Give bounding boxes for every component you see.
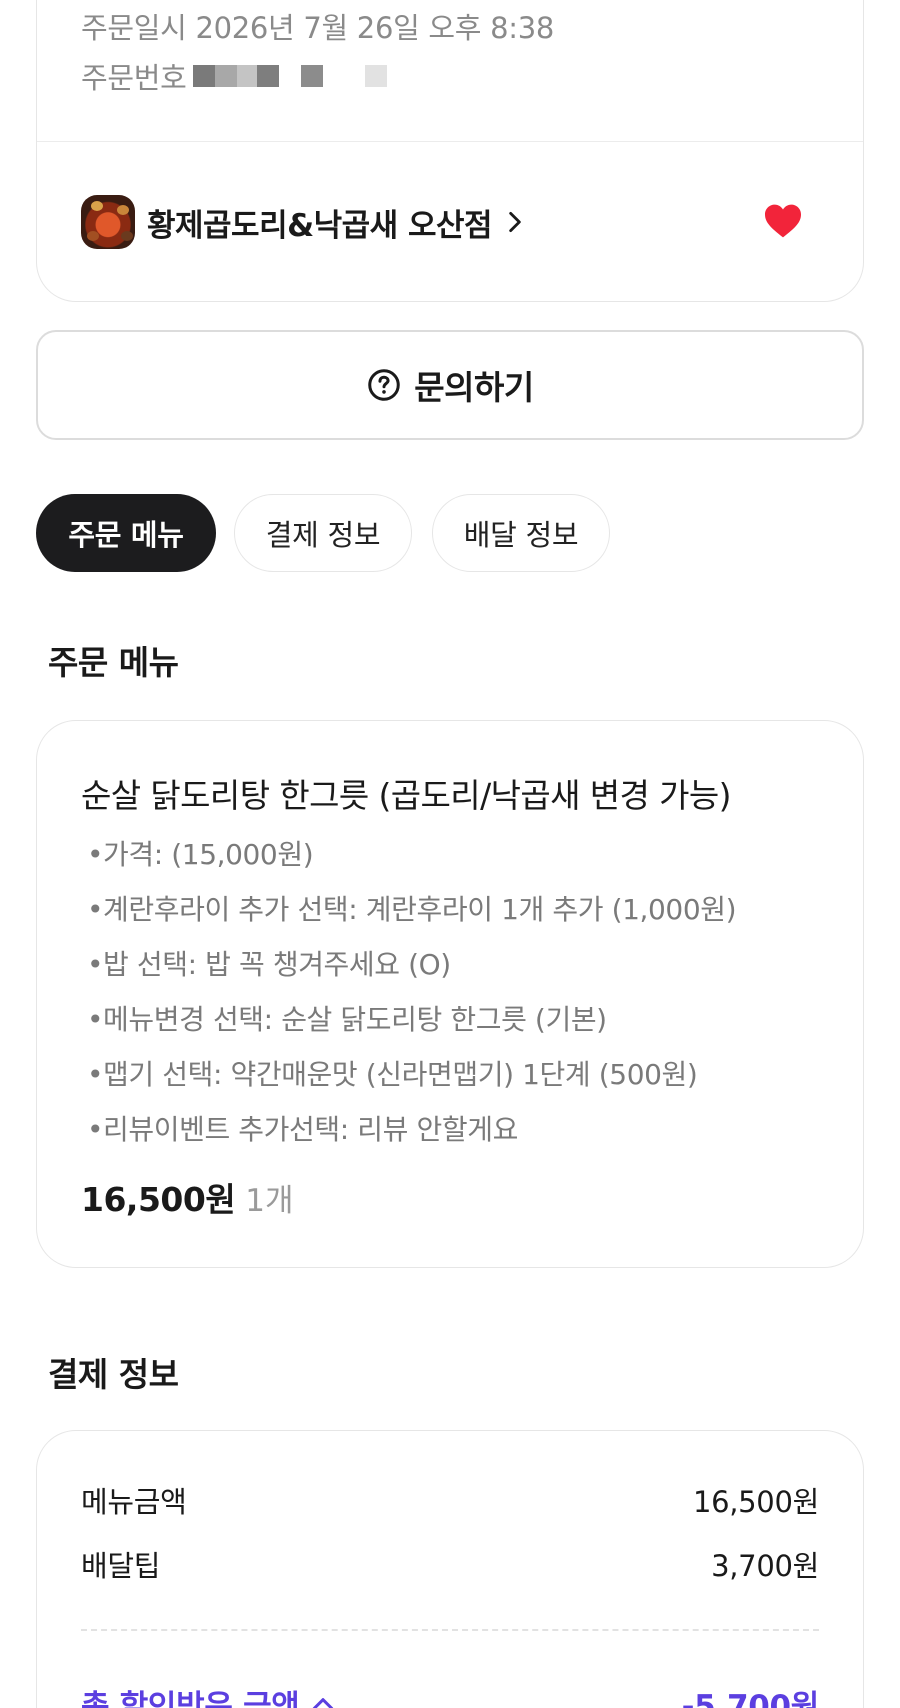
total-discount-toggle[interactable]: 총 할인받은 금액 (81, 1681, 336, 1708)
menu-option: • 맵기 선택: 약간매운맛 (신라면맵기) 1단계 (500원) (87, 1058, 698, 1091)
menu-quantity: 1개 (245, 1183, 294, 1219)
delivery-tip-value: 3,700원 (711, 1549, 819, 1583)
tab-delivery-info[interactable]: 배달 정보 (432, 494, 610, 572)
inquiry-label: 문의하기 (414, 368, 534, 407)
order-number-row: 주문번호 (81, 55, 387, 97)
menu-price-row: 16,500원 1개 (81, 1173, 293, 1221)
tab-order-menu[interactable]: 주문 메뉴 (36, 494, 216, 572)
payment-card: 메뉴금액 16,500원 배달팁 3,700원 총 할인받은 금액 -5,700… (36, 1430, 864, 1708)
menu-price: 16,500원 (81, 1180, 236, 1219)
total-discount-value: -5,700원 (681, 1689, 820, 1708)
order-menu-card: 순살 닭도리탕 한그릇 (곱도리/낙곱새 변경 가능) • 가격: (15,000… (36, 720, 864, 1268)
payment-info-heading: 결제 정보 (48, 1355, 179, 1394)
order-number-label: 주문번호 (81, 61, 187, 95)
chevron-right-icon (509, 211, 521, 233)
menu-amount-row: 메뉴금액 16,500원 (81, 1479, 819, 1521)
delivery-tip-row: 배달팁 3,700원 (81, 1543, 819, 1585)
menu-option: • 메뉴변경 선택: 순살 닭도리탕 한그릇 (기본) (87, 1003, 607, 1036)
store-link[interactable]: 황제곱도리&낙곱새 오산점 (81, 195, 528, 249)
delivery-tip-label: 배달팁 (81, 1549, 161, 1583)
store-divider (37, 141, 863, 142)
store-card: 주문일시 2026년 7월 26일 오후 8:38 주문번호 황제곱도리&낙곱새… (36, 0, 864, 302)
chevron-up-icon (312, 1697, 333, 1708)
menu-item-name: 순살 닭도리탕 한그릇 (곱도리/낙곱새 변경 가능) (81, 776, 732, 815)
menu-option: • 리뷰이벤트 추가선택: 리뷰 안할게요 (87, 1113, 518, 1146)
inquiry-button[interactable]: 문의하기 (36, 330, 864, 440)
dashed-divider (81, 1629, 819, 1631)
order-menu-heading: 주문 메뉴 (48, 643, 179, 682)
menu-option-list: • 가격: (15,000원) • 계란후라이 추가 선택: 계란후라이 1개 추가… (87, 835, 737, 1165)
menu-option: • 가격: (15,000원) (87, 838, 314, 871)
heart-icon[interactable] (763, 203, 803, 239)
order-date: 주문일시 2026년 7월 26일 오후 8:38 (81, 11, 554, 45)
tab-payment-info[interactable]: 결제 정보 (234, 494, 412, 572)
store-thumbnail (81, 195, 135, 249)
question-circle-icon (368, 369, 401, 401)
total-discount-row[interactable]: 총 할인받은 금액 -5,700원 (81, 1681, 819, 1708)
redacted-order-number (192, 65, 387, 87)
total-discount-label: 총 할인받은 금액 (81, 1689, 300, 1708)
menu-amount-value: 16,500원 (692, 1485, 819, 1519)
store-name: 황제곱도리&낙곱새 오산점 (147, 207, 493, 244)
menu-option: • 밥 선택: 밥 꼭 챙겨주세요 (O) (87, 948, 451, 981)
menu-option: • 계란후라이 추가 선택: 계란후라이 1개 추가 (1,000원) (87, 893, 737, 926)
menu-amount-label: 메뉴금액 (81, 1485, 187, 1519)
